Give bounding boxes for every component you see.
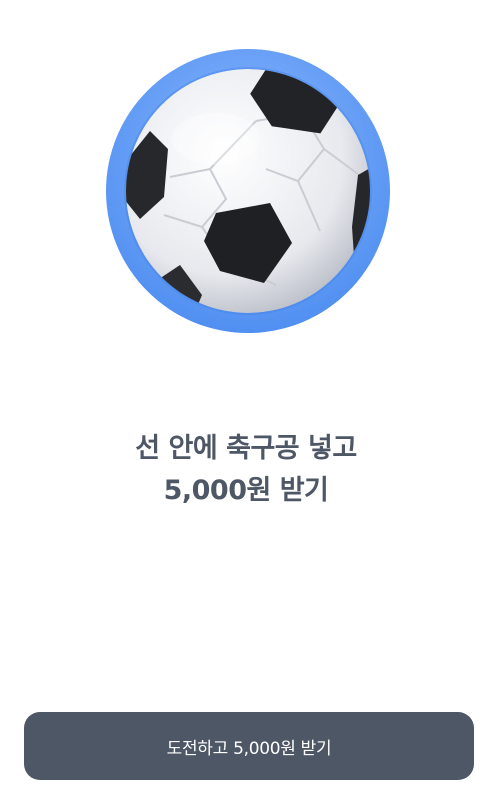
headline-line-2: 5,000원 받기 xyxy=(163,475,329,506)
headline-line-1: 선 안에 축구공 넣고 xyxy=(135,433,357,464)
page-title: 선 안에 축구공 넣고 5,000원 받기 xyxy=(0,428,492,512)
challenge-button[interactable]: 도전하고 5,000원 받기 xyxy=(24,712,474,780)
soccer-ball-icon xyxy=(106,49,390,333)
soccer-ball-graphic xyxy=(106,49,390,333)
